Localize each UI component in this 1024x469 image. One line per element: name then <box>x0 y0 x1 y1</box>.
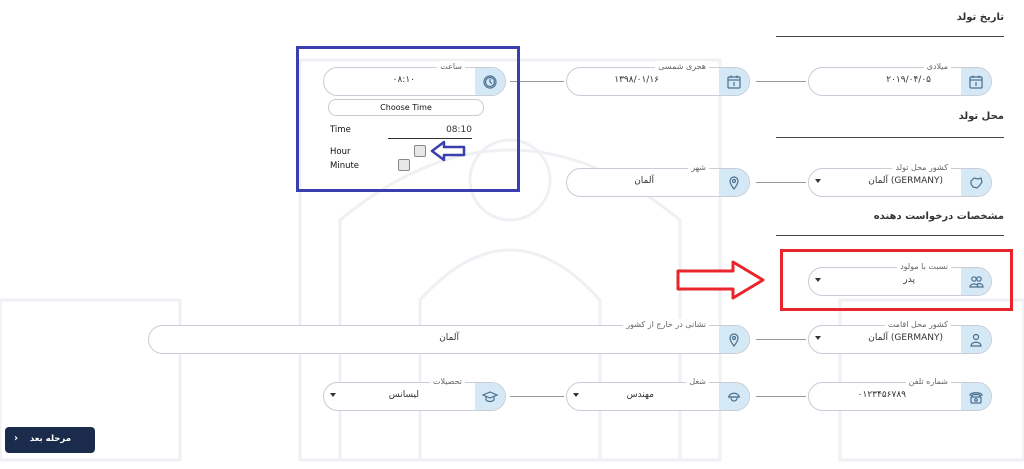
hijri-date-field[interactable]: هجری شمسی ۱۳۹۸/۰۱/۱۶ <box>566 61 750 96</box>
row-connector <box>756 182 806 183</box>
map-icon <box>961 169 991 196</box>
chevron-down-icon <box>815 179 821 183</box>
users-icon <box>961 268 991 295</box>
chevron-down-icon <box>573 393 579 397</box>
next-step-button[interactable]: › مرحله بعد <box>5 427 95 453</box>
gregorian-date-field[interactable]: میلادی ۲۰۱۹/۰۴/۰۵ <box>808 61 992 96</box>
section-title-birth-place: محل تولد <box>958 111 1004 122</box>
field-label: شهر <box>688 162 709 173</box>
section-divider <box>776 137 1004 138</box>
hour-label: Hour <box>330 147 351 157</box>
hijri-date-value: ۱۳۹۸/۰۱/۱۶ <box>614 75 659 85</box>
arrow-left-icon <box>430 140 466 162</box>
field-label: تحصیلات <box>429 376 465 387</box>
relation-select[interactable]: نسبت با مولود پدر <box>808 261 992 296</box>
row-connector <box>510 396 564 397</box>
phone-value: ۰۱۲۳۴۵۶۷۸۹ <box>857 390 906 400</box>
time-field[interactable]: ساعت ۰۸:۱۰ <box>323 61 506 96</box>
field-label: کشور محل تولد <box>892 162 951 173</box>
birth-country-value: آلمان (GERMANY) <box>868 176 943 186</box>
location-pin-icon <box>719 169 749 196</box>
field-label: شماره تلفن <box>905 376 951 387</box>
education-select[interactable]: تحصیلات لیسانس <box>323 376 506 411</box>
relation-value: پدر <box>903 275 915 285</box>
time-value: ۰۸:۱۰ <box>392 75 415 85</box>
hour-checkbox[interactable] <box>414 145 426 157</box>
section-title-birth-date: تاریخ تولد <box>956 12 1004 23</box>
abroad-address-value: آلمان <box>439 333 459 343</box>
row-connector <box>756 339 806 340</box>
phone-icon <box>961 383 991 410</box>
field-label: میلادی <box>923 61 951 72</box>
graduation-cap-icon <box>475 383 505 410</box>
chevron-down-icon <box>815 336 821 340</box>
chevron-icon: › <box>14 433 19 444</box>
worker-icon <box>719 383 749 410</box>
calendar-icon <box>961 68 991 95</box>
job-value: مهندس <box>626 390 654 400</box>
section-divider <box>776 235 1004 236</box>
calendar-icon <box>719 68 749 95</box>
row-connector <box>756 81 806 82</box>
section-title-applicant: مشخصات درخواست دهنده <box>873 211 1004 222</box>
time-label: Time <box>330 125 351 135</box>
minute-label: Minute <box>330 161 360 171</box>
abroad-address-field[interactable]: نشانی در خارج از کشور آلمان <box>148 319 750 354</box>
field-label: کشور محل اقامت <box>884 319 951 330</box>
birth-country-select[interactable]: کشور محل تولد آلمان (GERMANY) <box>808 162 992 197</box>
time-input[interactable]: 08:10 <box>388 125 472 139</box>
field-label: ساعت <box>437 61 465 72</box>
user-location-icon <box>961 326 991 353</box>
phone-field[interactable]: شماره تلفن ۰۱۲۳۴۵۶۷۸۹ <box>808 376 992 411</box>
time-input-value: 08:10 <box>446 125 472 135</box>
job-select[interactable]: شغل مهندس <box>566 376 750 411</box>
chevron-down-icon <box>815 278 821 282</box>
city-field[interactable]: شهر آلمان <box>566 162 750 197</box>
row-connector <box>756 396 806 397</box>
education-value: لیسانس <box>388 390 419 400</box>
location-pin-icon <box>719 326 749 353</box>
choose-time-button[interactable]: Choose Time <box>328 99 484 116</box>
chevron-down-icon <box>330 393 336 397</box>
gregorian-date-value: ۲۰۱۹/۰۴/۰۵ <box>886 75 931 85</box>
section-divider <box>776 36 1004 37</box>
residence-country-value: آلمان (GERMANY) <box>868 333 943 343</box>
minute-checkbox[interactable] <box>398 159 410 171</box>
clock-icon <box>475 68 505 95</box>
field-label: نسبت با مولود <box>897 261 951 272</box>
field-label: نشانی در خارج از کشور <box>623 319 709 330</box>
next-step-label: مرحله بعد <box>29 434 71 444</box>
choose-time-label: Choose Time <box>380 103 432 112</box>
arrow-right-icon <box>676 260 765 300</box>
field-label: هجری شمسی <box>655 61 709 72</box>
city-value: آلمان <box>634 176 654 186</box>
residence-country-select[interactable]: کشور محل اقامت آلمان (GERMANY) <box>808 319 992 354</box>
field-label: شغل <box>686 376 709 387</box>
